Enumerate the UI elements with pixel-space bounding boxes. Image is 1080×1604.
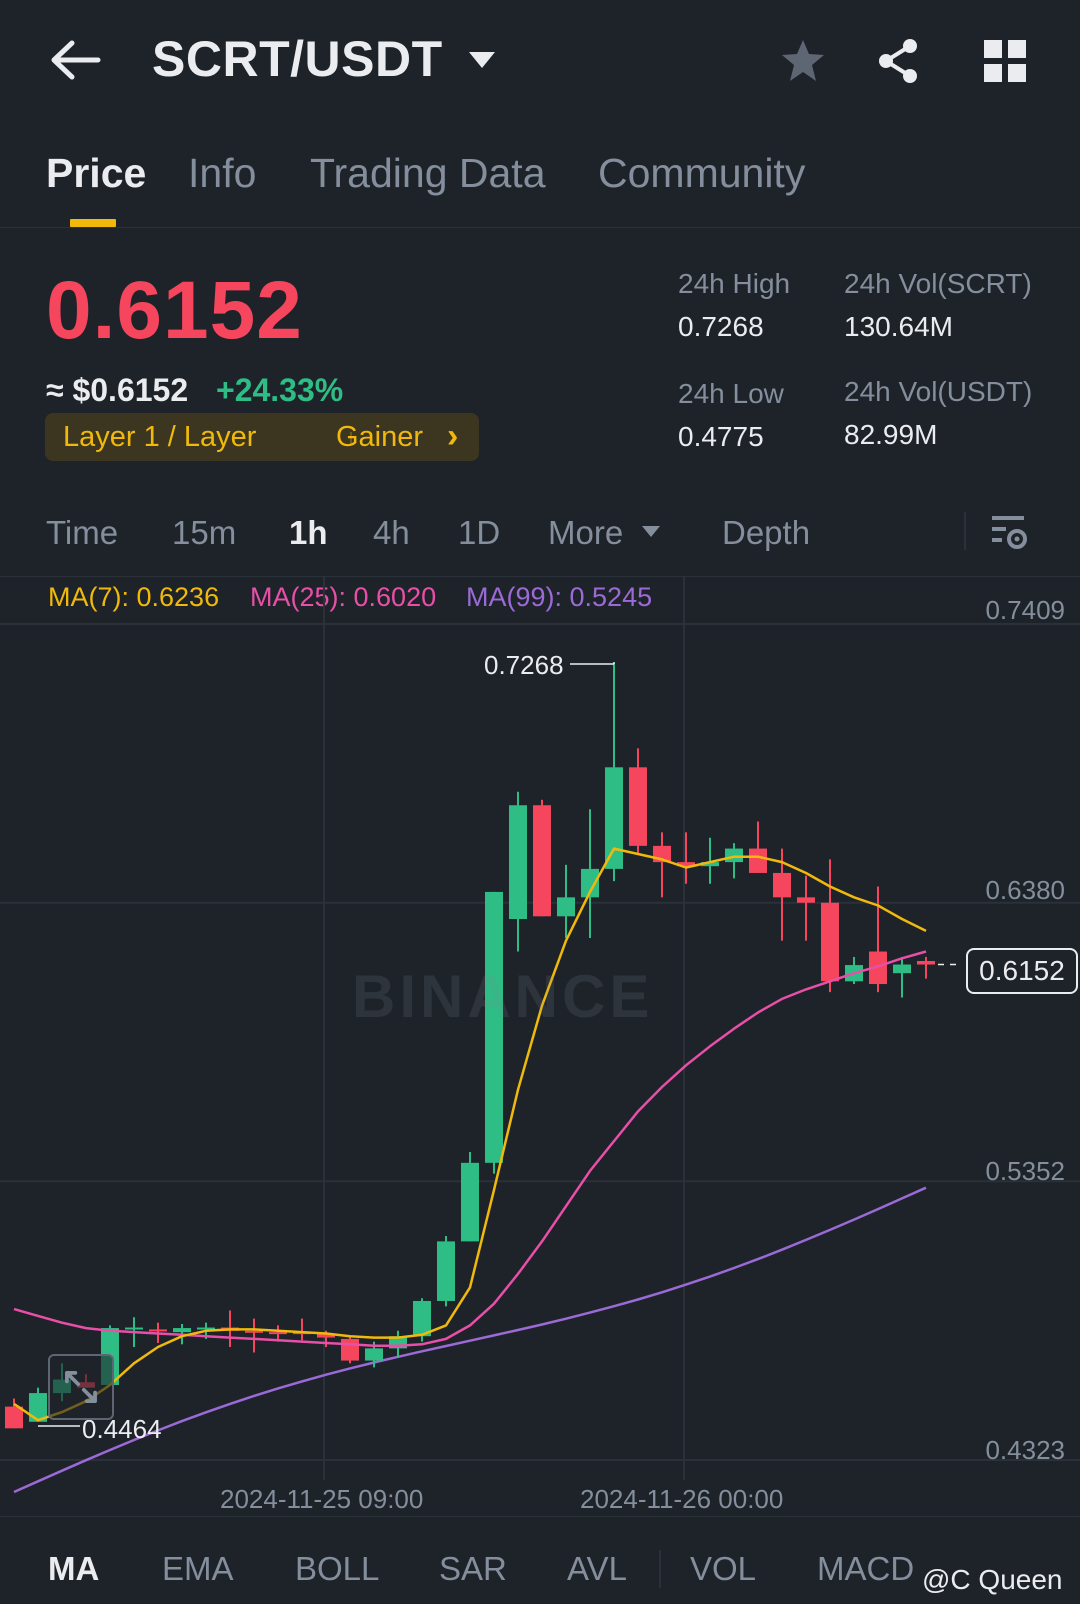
timeframe-1d[interactable]: 1D <box>458 514 500 552</box>
current-price-tag: 0.6152 <box>966 948 1078 994</box>
ma-lines <box>13 847 927 1422</box>
category-tag-chip[interactable]: Layer 1 / Layer Gainer › <box>45 413 479 461</box>
timeframe-more[interactable]: More <box>548 514 623 552</box>
timeframe-separator <box>964 512 966 550</box>
candle-body <box>413 1300 431 1337</box>
candle-body <box>5 1406 23 1429</box>
candle-body <box>461 1162 479 1242</box>
tab-trading-data[interactable]: Trading Data <box>310 150 546 197</box>
indicator-boll[interactable]: BOLL <box>295 1550 379 1588</box>
y-axis-tick: 0.7409 <box>985 595 1065 625</box>
indicator-vol[interactable]: VOL <box>690 1550 756 1588</box>
candle-body <box>557 897 575 917</box>
y-axis-tick: 0.4323 <box>985 1435 1065 1465</box>
back-arrow-icon[interactable] <box>48 38 104 82</box>
caret-down-icon[interactable] <box>640 522 662 540</box>
grid-icon[interactable] <box>980 36 1030 86</box>
tab-price[interactable]: Price <box>46 150 146 197</box>
candle-body <box>245 1330 263 1333</box>
active-tab-indicator <box>70 219 116 227</box>
indicator-macd[interactable]: MACD <box>817 1550 914 1588</box>
stat-24h-vol-base-label: 24h Vol(SCRT) <box>844 268 1032 299</box>
expand-chart-icon[interactable] <box>48 1354 114 1420</box>
chevron-right-icon: › <box>447 417 459 455</box>
usd-price: ≈ $0.6152 <box>46 372 189 408</box>
chart-settings-icon[interactable] <box>990 512 1028 552</box>
pair-title[interactable]: SCRT/USDT <box>152 30 443 88</box>
stat-24h-vol-base-value: 130.64M <box>844 311 953 342</box>
x-axis-tick: 2024-11-25 09:00 <box>220 1484 424 1514</box>
stat-24h-high-label: 24h High <box>678 268 791 299</box>
candle-body <box>173 1328 191 1333</box>
candle-body <box>533 805 551 917</box>
candle-body <box>341 1338 359 1361</box>
tag-gainer-label: Gainer <box>336 421 424 453</box>
x-axis-tick: 2024-11-26 00:00 <box>580 1484 784 1514</box>
candle-body <box>917 961 935 965</box>
stat-24h-vol-quote-value: 82.99M <box>844 419 938 450</box>
timeframe-time[interactable]: Time <box>46 514 118 552</box>
app-header: SCRT/USDT <box>0 0 1080 120</box>
stat-24h-low-value: 0.4775 <box>678 421 764 452</box>
stat-24h-high-value: 0.7268 <box>678 311 764 342</box>
timeframe-4h[interactable]: 4h <box>373 514 410 552</box>
candle-body <box>893 964 911 974</box>
candlestick-chart[interactable] <box>0 576 1080 1516</box>
share-icon[interactable] <box>874 36 924 86</box>
candle-body <box>797 897 815 903</box>
last-price: 0.6152 <box>46 265 303 356</box>
candle-body <box>749 848 767 873</box>
candle-body <box>125 1327 143 1330</box>
indicator-ma[interactable]: MA <box>48 1550 99 1588</box>
high-price-marker: 0.7268 <box>484 650 564 680</box>
candle-body <box>725 848 743 863</box>
ma7-line <box>13 847 927 1422</box>
caret-down-icon[interactable] <box>466 46 498 74</box>
tabs-divider <box>0 227 1080 228</box>
stat-24h-low-label: 24h Low <box>678 378 784 409</box>
candle-body <box>365 1348 383 1361</box>
candles <box>5 662 935 1429</box>
indicator-separator <box>659 1550 661 1588</box>
tab-community[interactable]: Community <box>598 150 805 197</box>
candle-body <box>629 767 647 846</box>
timeframe-1h[interactable]: 1h <box>289 514 328 552</box>
candle-body <box>437 1241 455 1301</box>
tag-category-label: Layer 1 / Layer <box>63 421 257 453</box>
y-axis-tick: 0.5352 <box>985 1156 1065 1186</box>
candle-body <box>605 767 623 869</box>
indicator-sar[interactable]: SAR <box>439 1550 507 1588</box>
candle-body <box>509 805 527 920</box>
candle-body <box>269 1332 287 1335</box>
timeframe-15m[interactable]: 15m <box>172 514 236 552</box>
watermark-logo: BINANCE <box>352 963 654 1030</box>
timeframe-depth[interactable]: Depth <box>722 514 810 552</box>
stat-24h-vol-quote-label: 24h Vol(USDT) <box>844 376 1033 407</box>
indicator-ema[interactable]: EMA <box>162 1550 234 1588</box>
candle-body <box>149 1329 167 1332</box>
tab-info[interactable]: Info <box>188 150 256 197</box>
indicator-avl[interactable]: AVL <box>567 1550 627 1588</box>
candle-body <box>821 902 839 982</box>
price-change-percent: +24.33% <box>216 372 344 408</box>
y-axis-tick: 0.6380 <box>985 875 1065 905</box>
indicator-bar-divider <box>0 1516 1080 1517</box>
watermark-credit: @C Queen <box>922 1564 1063 1595</box>
star-icon[interactable] <box>778 36 828 86</box>
candle-body <box>773 872 791 898</box>
